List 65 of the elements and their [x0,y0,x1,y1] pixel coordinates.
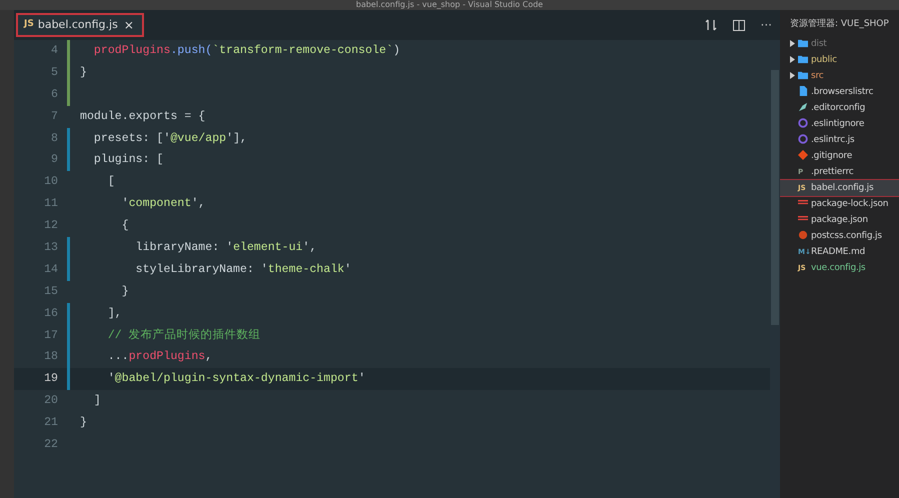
code-text: libraryName: 'element-ui', [134,240,317,256]
more-actions-button[interactable]: ··· [760,16,772,34]
code-text: plugins: [ [92,152,164,168]
line-number: 8 [50,130,59,147]
code-text: 'component', [120,196,206,212]
line-number: 7 [50,108,59,125]
code-text: // 发布产品时候的插件数组 [106,328,261,344]
editor-tab[interactable]: JS babel.config.js × [16,13,144,37]
chevron-icon [790,40,795,47]
line-number: 6 [50,86,59,103]
line-number: 18 [43,349,59,366]
code-text: module.exports = { [80,108,206,125]
line-number: 10 [43,174,59,190]
code-text: ], [106,306,122,322]
tab-label: babel.config.js [38,16,118,33]
line-number: 9 [50,152,59,168]
explorer-item[interactable]: package.json [780,212,899,228]
chevron-icon [790,56,795,63]
split-editor-icon[interactable] [732,20,745,30]
explorer-item[interactable]: package-lock.json [780,196,899,212]
explorer-item[interactable]: postcss.config.js [780,228,899,244]
line-number: 12 [43,218,59,234]
scrollbar-thumb[interactable] [771,70,779,325]
code-text: } [80,64,87,81]
explorer-item[interactable]: .eslintrc.js [780,132,899,148]
line-number: 14 [43,262,59,278]
explorer-item[interactable]: .gitignore [780,148,899,164]
code-text: } [80,415,87,432]
compare-icon[interactable] [704,19,717,31]
explorer-item[interactable]: public [780,52,899,68]
code-text: '@babel/plugin-syntax-dynamic-import' [106,371,366,388]
explorer-item[interactable]: dist [780,36,899,52]
line-number: 4 [50,43,59,59]
code-text: { [120,218,129,234]
code-text: presets: ['@vue/app'], [92,130,247,147]
circle-icon [798,118,808,128]
explorer-item[interactable]: .editorconfig [780,100,899,116]
line-number: 15 [43,284,59,300]
explorer-item[interactable]: .browserslistrc [780,84,899,100]
code-text: ...prodPlugins, [106,349,212,366]
window-title: babel.config.js - vue_shop - Visual Studio Code [0,0,899,10]
line-number: 22 [43,437,59,454]
code-text: [ [106,174,115,190]
line-number: 20 [43,393,59,410]
code-text: prodPlugins.push(`transform-remove-console`) [92,43,400,59]
line-number: 5 [50,64,59,81]
js-file-icon: JS [24,18,34,32]
circle-icon [798,230,808,240]
file-icon [798,86,808,96]
line-number: 16 [43,306,59,322]
chevron-icon [790,72,795,79]
line-number: 17 [43,328,59,344]
line-number: 13 [43,240,59,256]
line-number: 19 [43,371,59,388]
code-text: } [120,284,129,300]
diamond-icon [798,150,808,160]
explorer-title: 资源管理器: VUE_SHOP [789,18,890,31]
code-text: styleLibraryName: 'theme-chalk' [134,262,352,278]
explorer-item[interactable]: .eslintignore [780,116,899,132]
circle-icon [798,134,808,144]
close-tab-button[interactable]: × [122,16,136,34]
explorer-item[interactable]: src [780,68,899,84]
code-text: ] [92,393,101,410]
line-number: 11 [43,196,59,212]
line-number: 21 [43,415,59,432]
